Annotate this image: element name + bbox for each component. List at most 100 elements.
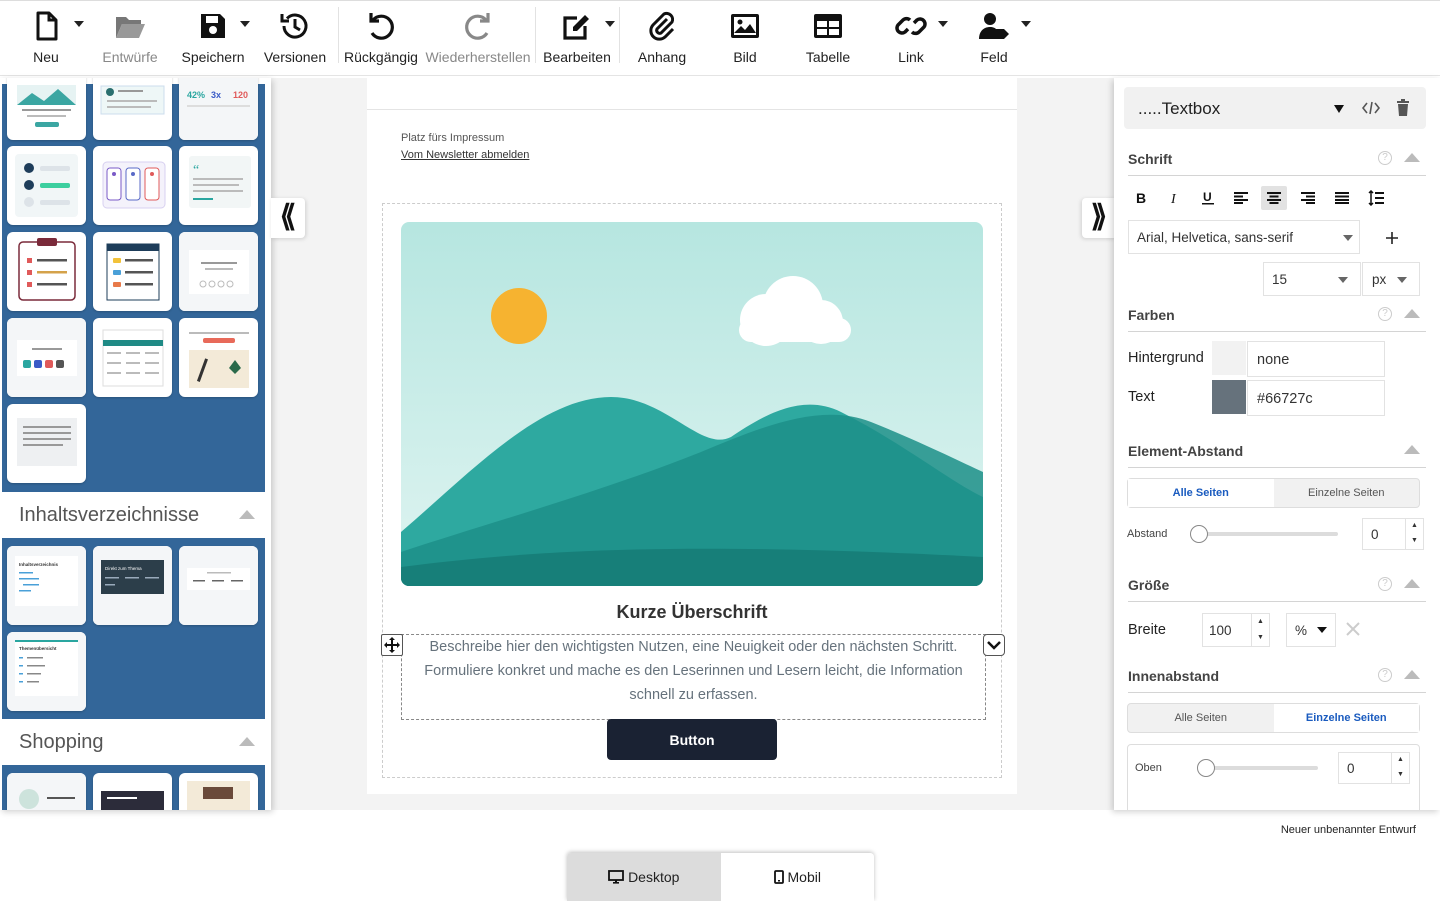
distance-slider[interactable] [1200, 532, 1338, 536]
element-type-select[interactable]: .....Textbox [1124, 87, 1426, 129]
desktop-view-button[interactable]: Desktop [567, 853, 721, 901]
block-thumbnail[interactable]: Direkt zum Thema [93, 546, 172, 625]
collapse-right-panel-button[interactable]: ⟫ [1082, 198, 1116, 238]
spacing-all-sides-tab[interactable]: Alle Seiten [1128, 479, 1274, 507]
mobile-view-button[interactable]: Mobil [720, 853, 874, 901]
link-button[interactable]: Link [892, 9, 930, 69]
edit-button[interactable]: Bearbeiten [543, 9, 611, 69]
collapse-arrow-icon[interactable] [1404, 579, 1420, 588]
help-icon[interactable]: ? [1378, 307, 1392, 321]
block-thumbnail[interactable] [7, 232, 86, 311]
block-thumbnail[interactable] [179, 773, 258, 810]
padding-top-slider-handle[interactable] [1197, 759, 1215, 777]
spacing-single-sides-tab[interactable]: Einzelne Seiten [1274, 479, 1420, 507]
attachment-button[interactable]: Anhang [636, 9, 688, 69]
distance-input[interactable]: 0 ▲ ▼ [1362, 518, 1424, 550]
field-dropdown-icon[interactable] [1021, 21, 1031, 27]
align-right-button[interactable] [1295, 186, 1321, 210]
block-thumbnail[interactable] [179, 546, 258, 625]
block-thumbnail[interactable] [7, 146, 86, 225]
element-options-button[interactable] [983, 634, 1005, 656]
block-thumbnail[interactable]: “ [179, 146, 258, 225]
block-thumbnail[interactable] [93, 78, 172, 140]
caret-down-icon[interactable] [1334, 105, 1344, 113]
block-thumbnail[interactable] [93, 318, 172, 397]
size-section-header[interactable]: Größe ? [1128, 577, 1426, 602]
line-height-button[interactable] [1363, 186, 1389, 210]
block-thumbnail[interactable] [7, 318, 86, 397]
new-button[interactable]: Neu [28, 9, 64, 69]
padding-all-sides-tab[interactable]: Alle Seiten [1128, 704, 1274, 732]
block-thumbnail[interactable]: Inhaltsverzeichnis [7, 546, 86, 625]
email-headline[interactable]: Kurze Überschrift [367, 602, 1017, 623]
bg-color-input[interactable]: none [1247, 341, 1385, 377]
width-input[interactable]: 100 ▲ ▼ [1202, 613, 1270, 647]
collapse-arrow-icon[interactable] [1404, 445, 1420, 454]
help-icon[interactable]: ? [1378, 668, 1392, 682]
move-handle[interactable] [381, 634, 403, 656]
padding-section-header[interactable]: Innenabstand ? [1128, 668, 1426, 693]
block-thumbnail[interactable] [93, 146, 172, 225]
font-section-header[interactable]: Schrift ? [1128, 151, 1426, 176]
section-toc-header[interactable]: Inhaltsverzeichnisse [2, 492, 265, 538]
section-shopping-header[interactable]: Shopping [2, 719, 265, 765]
collapse-arrow-icon[interactable] [239, 737, 255, 746]
distance-slider-handle[interactable] [1190, 525, 1208, 543]
distance-stepper[interactable]: ▲ ▼ [1405, 519, 1423, 549]
bg-color-swatch[interactable] [1212, 341, 1246, 375]
bold-button[interactable]: B [1128, 186, 1154, 210]
unsubscribe-link[interactable]: Vom Newsletter abmelden [401, 149, 529, 161]
image-button[interactable]: Bild [726, 9, 764, 69]
block-thumbnail[interactable]: 42% 3x 120 [179, 78, 258, 140]
spacing-section-header[interactable]: Element-Abstand [1128, 443, 1426, 468]
versions-button[interactable]: Versionen [264, 9, 326, 69]
block-thumbnail[interactable]: Themenübersicht [7, 632, 86, 711]
collapse-arrow-icon[interactable] [1404, 153, 1420, 162]
save-dropdown-icon[interactable] [240, 21, 250, 27]
justify-button[interactable] [1329, 186, 1355, 210]
save-button[interactable]: Speichern [181, 9, 245, 69]
font-family-select[interactable]: Arial, Helvetica, sans-serif [1128, 220, 1360, 254]
underline-button[interactable]: U [1195, 186, 1221, 210]
align-left-button[interactable] [1228, 186, 1254, 210]
align-center-button[interactable] [1261, 186, 1287, 210]
code-icon[interactable] [1362, 100, 1380, 116]
drafts-button[interactable]: Entwürfe [102, 9, 158, 69]
plus-icon[interactable] [1385, 231, 1399, 245]
padding-single-sides-tab[interactable]: Einzelne Seiten [1273, 704, 1419, 732]
collapse-arrow-icon[interactable] [239, 510, 255, 519]
block-thumbnail[interactable] [7, 78, 86, 140]
collapse-arrow-icon[interactable] [1404, 309, 1420, 318]
collapse-left-panel-button[interactable]: ⟪ [271, 198, 305, 238]
block-thumbnail[interactable] [179, 232, 258, 311]
width-stepper[interactable]: ▲ ▼ [1251, 614, 1269, 646]
padding-top-input[interactable]: 0 ▲ ▼ [1338, 752, 1410, 784]
block-thumbnail[interactable] [7, 404, 86, 483]
block-thumbnail[interactable] [93, 232, 172, 311]
link-dropdown-icon[interactable] [938, 21, 948, 27]
block-thumbnail[interactable] [179, 318, 258, 397]
text-color-input[interactable]: #66727c [1247, 380, 1385, 416]
trash-icon[interactable] [1396, 99, 1410, 117]
redo-button[interactable]: Wiederherstellen [425, 9, 531, 69]
padding-top-slider[interactable] [1206, 766, 1318, 770]
impressum-text[interactable]: Platz fürs Impressum [401, 132, 504, 144]
padding-top-stepper[interactable]: ▲ ▼ [1391, 753, 1409, 783]
close-icon[interactable] [1345, 621, 1361, 637]
table-button[interactable]: Tabelle [804, 9, 852, 69]
width-unit-select[interactable]: % [1286, 613, 1336, 647]
hero-image[interactable] [401, 222, 983, 586]
block-thumbnail[interactable] [93, 773, 172, 810]
italic-button[interactable]: I [1162, 186, 1188, 210]
help-icon[interactable]: ? [1378, 577, 1392, 591]
collapse-arrow-icon[interactable] [1404, 670, 1420, 679]
block-thumbnail[interactable] [7, 773, 86, 810]
colors-section-header[interactable]: Farben ? [1128, 307, 1426, 332]
new-dropdown-icon[interactable] [74, 21, 84, 27]
font-size-select[interactable]: 15 [1263, 262, 1361, 296]
text-color-swatch[interactable] [1212, 380, 1246, 414]
help-icon[interactable]: ? [1378, 151, 1392, 165]
field-button[interactable]: Feld [975, 9, 1013, 69]
edit-dropdown-icon[interactable] [605, 21, 615, 27]
selected-textbox[interactable]: Beschreibe hier den wichtigsten Nutzen, … [401, 634, 986, 720]
